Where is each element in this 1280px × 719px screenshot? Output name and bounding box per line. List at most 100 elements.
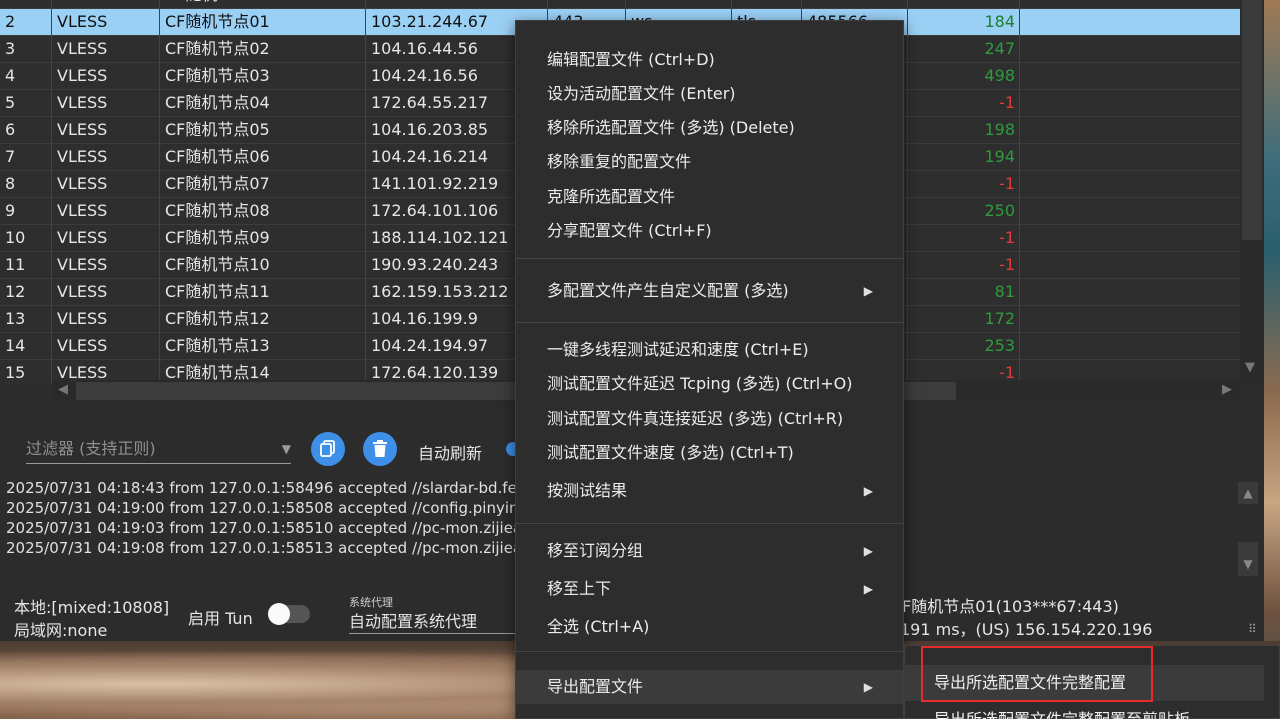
cell-index: 15 bbox=[0, 360, 52, 384]
menu-separator bbox=[516, 523, 903, 524]
cell-remarks: CF随机节点09 bbox=[160, 225, 366, 252]
move-up-down-item[interactable]: 移至上下 ▶ bbox=[516, 572, 903, 606]
log-line: 2025/07/31 04:19:03 from 127.0.0.1:58510… bbox=[6, 519, 526, 537]
menu-item-label: 移至订阅分组 bbox=[547, 541, 644, 560]
edit-config-item[interactable]: 编辑配置文件 (Ctrl+D) bbox=[516, 43, 903, 77]
cell-index: 6 bbox=[0, 117, 52, 144]
export-full-config-clipboard-item[interactable]: 导出所选配置文件完整配置至剪贴板 bbox=[934, 706, 1190, 719]
cell-delay: 247 bbox=[908, 36, 1020, 63]
cell-type: VLESS bbox=[52, 225, 160, 252]
chevron-right-icon: ▶ bbox=[863, 680, 873, 694]
tcping-test-item[interactable]: 测试配置文件延迟 Tcping (多选) (Ctrl+O) bbox=[516, 367, 903, 401]
cell-network: ws bbox=[626, 0, 732, 9]
one-click-test-item[interactable]: 一键多线程测试延迟和速度 (Ctrl+E) bbox=[516, 333, 903, 367]
cell-index: 2 bbox=[0, 9, 52, 36]
cell-index: 8 bbox=[0, 171, 52, 198]
grid-vertical-scrollbar[interactable]: ▼ bbox=[1240, 0, 1264, 384]
sort-by-result-item[interactable]: 按测试结果 ▶ bbox=[516, 474, 903, 508]
chevron-down-icon[interactable]: ▼ bbox=[282, 436, 291, 462]
cell-index: 12 bbox=[0, 279, 52, 306]
table-row[interactable]: 1 VLESS CF随机 1.2.1.13 443 ws tls 485566 bbox=[0, 0, 1240, 9]
scroll-right-icon[interactable]: ▶ bbox=[1222, 382, 1232, 397]
menu-item-label: 移除所选配置文件 (多选) (Delete) bbox=[547, 118, 795, 137]
cell-delay: 498 bbox=[908, 63, 1020, 90]
menu-separator bbox=[516, 258, 903, 259]
menu-item-label: 移除重复的配置文件 bbox=[547, 152, 692, 171]
menu-item-label: 测试配置文件真连接延迟 (多选) (Ctrl+R) bbox=[547, 409, 844, 428]
cell-remarks: CF随机节点04 bbox=[160, 90, 366, 117]
scroll-left-icon[interactable]: ◀ bbox=[58, 382, 68, 397]
tun-toggle[interactable] bbox=[268, 603, 310, 625]
cell-extra bbox=[1020, 279, 1240, 306]
desktop-wallpaper-right bbox=[1264, 0, 1280, 719]
cell-type: VLESS bbox=[52, 144, 160, 171]
cell-extra bbox=[1020, 63, 1240, 90]
clear-log-button[interactable] bbox=[363, 432, 397, 466]
cell-type: VLESS bbox=[52, 0, 160, 9]
set-active-item[interactable]: 设为活动配置文件 (Enter) bbox=[516, 77, 903, 111]
menu-item-label: 移至上下 bbox=[547, 579, 612, 598]
cell-extra bbox=[1020, 0, 1240, 9]
cell-type: VLESS bbox=[52, 333, 160, 360]
export-config-item[interactable]: 导出配置文件 ▶ bbox=[516, 670, 903, 704]
resize-grip-icon[interactable]: ⠿ bbox=[1248, 622, 1257, 636]
remove-selected-item[interactable]: 移除所选配置文件 (多选) (Delete) bbox=[516, 111, 903, 145]
cell-type: VLESS bbox=[52, 171, 160, 198]
copy-log-button[interactable] bbox=[311, 432, 345, 466]
cell-remarks: CF随机节点11 bbox=[160, 279, 366, 306]
menu-item-label: 一键多线程测试延迟和速度 (Ctrl+E) bbox=[547, 340, 809, 359]
cell-index: 4 bbox=[0, 63, 52, 90]
clone-item[interactable]: 克隆所选配置文件 bbox=[516, 180, 903, 214]
log-scroll-down-icon[interactable]: ▼ bbox=[1238, 542, 1258, 576]
select-all-item[interactable]: 全选 (Ctrl+A) bbox=[516, 610, 903, 644]
share-item[interactable]: 分享配置文件 (Ctrl+F) bbox=[516, 214, 903, 248]
cell-delay bbox=[908, 0, 1020, 9]
cell-index: 11 bbox=[0, 252, 52, 279]
cell-delay: 172 bbox=[908, 306, 1020, 333]
auto-refresh-label: 自动刷新 bbox=[418, 444, 483, 463]
system-proxy-select[interactable]: 自动配置系统代理 bbox=[349, 608, 519, 634]
copy-icon bbox=[320, 440, 335, 457]
cell-extra bbox=[1020, 90, 1240, 117]
speed-test-item[interactable]: 测试配置文件速度 (多选) (Ctrl+T) bbox=[516, 436, 903, 470]
remove-duplicates-item[interactable]: 移除重复的配置文件 bbox=[516, 145, 903, 179]
cell-delay: -1 bbox=[908, 252, 1020, 279]
cell-remarks: CF随机节点12 bbox=[160, 306, 366, 333]
scrollbar-thumb[interactable] bbox=[1242, 0, 1262, 240]
cell-delay: 198 bbox=[908, 117, 1020, 144]
log-scroll-up-icon[interactable]: ▲ bbox=[1238, 482, 1258, 504]
cell-index: 9 bbox=[0, 198, 52, 225]
menu-item-label: 设为活动配置文件 (Enter) bbox=[547, 84, 736, 103]
cell-index: 10 bbox=[0, 225, 52, 252]
context-menu: 编辑配置文件 (Ctrl+D) 设为活动配置文件 (Enter) 移除所选配置文件 … bbox=[515, 20, 904, 719]
cell-type: VLESS bbox=[52, 63, 160, 90]
cell-type: VLESS bbox=[52, 117, 160, 144]
cell-remarks: CF随机节点10 bbox=[160, 252, 366, 279]
menu-item-label: 克隆所选配置文件 bbox=[547, 187, 676, 206]
cell-extra bbox=[1020, 333, 1240, 360]
chevron-right-icon: ▶ bbox=[863, 284, 873, 298]
custom-config-item[interactable]: 多配置文件产生自定义配置 (多选) ▶ bbox=[516, 274, 903, 308]
log-line: 2025/07/31 04:19:00 from 127.0.0.1:58508… bbox=[6, 499, 526, 517]
cell-remarks: CF随机节点03 bbox=[160, 63, 366, 90]
log-panel: 2025/07/31 04:18:43 from 127.0.0.1:58496… bbox=[6, 478, 526, 558]
cell-delay: -1 bbox=[908, 225, 1020, 252]
log-line: 2025/07/31 04:19:08 from 127.0.0.1:58513… bbox=[6, 539, 526, 557]
cell-port: 443 bbox=[548, 0, 626, 9]
cell-extra bbox=[1020, 144, 1240, 171]
menu-item-label: 多配置文件产生自定义配置 (多选) bbox=[547, 281, 789, 300]
cell-delay: 250 bbox=[908, 198, 1020, 225]
filter-placeholder: 过滤器 (支持正则) bbox=[26, 439, 156, 458]
move-to-group-item[interactable]: 移至订阅分组 ▶ bbox=[516, 534, 903, 568]
cell-remarks: CF随机节点13 bbox=[160, 333, 366, 360]
scroll-down-icon[interactable]: ▼ bbox=[1245, 360, 1255, 375]
cell-index: 13 bbox=[0, 306, 52, 333]
filter-input[interactable]: 过滤器 (支持正则) ▼ bbox=[26, 436, 291, 464]
current-node-status: F随机节点01(103***67:443) bbox=[902, 597, 1119, 616]
cell-extra bbox=[1020, 9, 1240, 36]
cell-extra bbox=[1020, 306, 1240, 333]
real-delay-test-item[interactable]: 测试配置文件真连接延迟 (多选) (Ctrl+R) bbox=[516, 402, 903, 436]
menu-item-label: 测试配置文件延迟 Tcping (多选) (Ctrl+O) bbox=[547, 374, 853, 393]
cell-type: VLESS bbox=[52, 36, 160, 63]
menu-item-label: 导出配置文件 bbox=[547, 677, 644, 696]
